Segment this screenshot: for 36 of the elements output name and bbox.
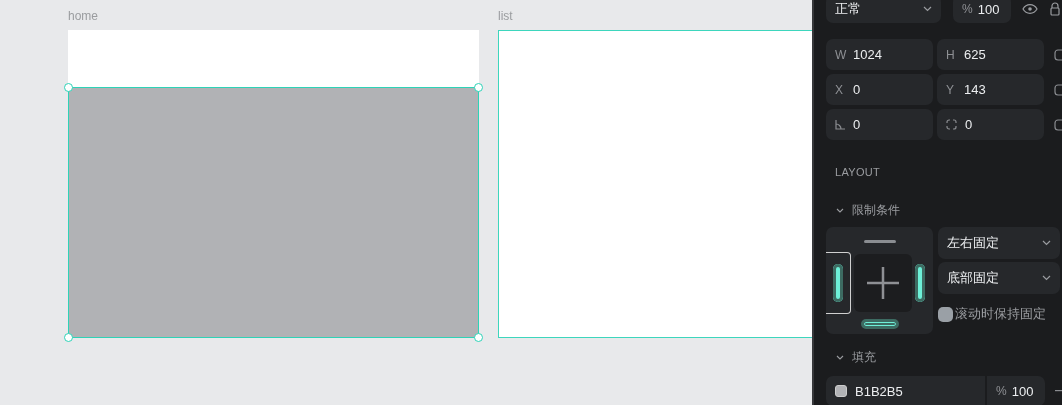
bottom-constraint-handle[interactable] <box>860 319 899 329</box>
dimension-field[interactable]: W 1024 <box>826 39 933 70</box>
fill-color-field[interactable]: B1B2B5 <box>826 376 985 405</box>
vertical-constraint-dropdown[interactable]: 底部固定 <box>938 262 1060 294</box>
right-constraint-handle[interactable] <box>915 263 925 302</box>
opacity-field[interactable]: % 100 <box>953 0 1011 23</box>
dimension-field[interactable]: H 625 <box>937 39 1044 70</box>
section-title: LAYOUT <box>835 166 880 178</box>
fill-opacity-field[interactable]: % 100 <box>987 376 1045 405</box>
minus-icon[interactable] <box>1055 390 1062 392</box>
left-constraint-handle[interactable] <box>833 263 843 302</box>
horizontal-constraint-dropdown[interactable]: 左右固定 <box>938 227 1060 259</box>
radius-field[interactable]: 0 <box>937 109 1044 140</box>
section-title: 填充 <box>852 348 876 366</box>
chevron-icon[interactable] <box>836 207 844 213</box>
constraint-widget[interactable] <box>826 227 933 334</box>
dimension-field[interactable]: Y 143 <box>937 74 1044 105</box>
section-header[interactable]: 填充 <box>826 350 1062 364</box>
lock-icon[interactable] <box>1050 2 1060 16</box>
rotation-field[interactable]: 0 <box>826 109 933 140</box>
chevron-icon <box>1042 240 1051 246</box>
corner-radius-icon <box>946 119 957 130</box>
checkbox-label[interactable]: 滚动时保持固定 <box>955 305 1046 323</box>
plus-icon <box>854 253 912 312</box>
dimension-field[interactable]: X 0 <box>826 74 933 105</box>
eye-icon[interactable] <box>1022 4 1038 14</box>
blend-mode-dropdown[interactable]: 正常 <box>826 0 941 23</box>
chevron-icon[interactable] <box>836 354 844 360</box>
color-swatch[interactable] <box>835 385 847 397</box>
chevron-icon <box>923 6 932 12</box>
section-header[interactable]: 限制条件 <box>826 203 1062 217</box>
section-title: 限制条件 <box>852 201 900 219</box>
top-constraint-handle[interactable] <box>863 239 896 243</box>
checkbox[interactable] <box>938 306 953 322</box>
chevron-icon <box>1042 275 1051 281</box>
angle-icon <box>835 119 845 130</box>
